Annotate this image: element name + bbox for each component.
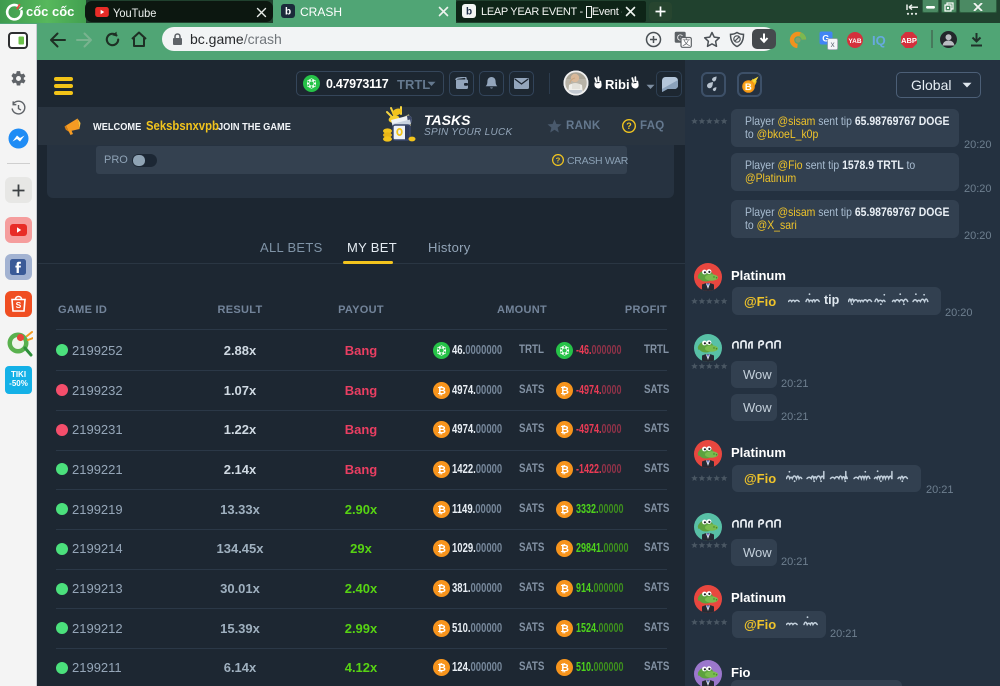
svg-text:₿: ₿	[560, 623, 569, 635]
svg-text:₿: ₿	[560, 424, 569, 436]
svg-text:S: S	[16, 300, 22, 310]
svg-text:x: x	[831, 40, 835, 49]
svg-text:₿: ₿	[560, 385, 569, 397]
svg-text:₿: ₿	[437, 385, 446, 397]
svg-text:₿: ₿	[437, 424, 446, 436]
svg-text:₿: ₿	[560, 583, 569, 595]
svg-text:₿: ₿	[560, 543, 569, 555]
svg-text:₿: ₿	[437, 583, 446, 595]
svg-text:₿: ₿	[437, 464, 446, 476]
svg-text:₿: ₿	[437, 504, 446, 516]
svg-text:₿: ₿	[560, 504, 569, 516]
svg-text:ABP: ABP	[901, 36, 917, 45]
svg-text:₿: ₿	[437, 623, 446, 635]
svg-text:b: b	[466, 7, 472, 18]
svg-text:₿: ₿	[437, 662, 446, 674]
svg-text:₿: ₿	[437, 543, 446, 555]
svg-text:?: ?	[626, 121, 632, 131]
svg-text:₿: ₿	[560, 464, 569, 476]
svg-text:文: 文	[682, 37, 690, 47]
svg-text:?: ?	[556, 156, 561, 165]
svg-text:B: B	[745, 82, 752, 93]
svg-text:b: b	[285, 7, 291, 18]
svg-text:YAB: YAB	[848, 38, 861, 45]
svg-text:₿: ₿	[560, 662, 569, 674]
